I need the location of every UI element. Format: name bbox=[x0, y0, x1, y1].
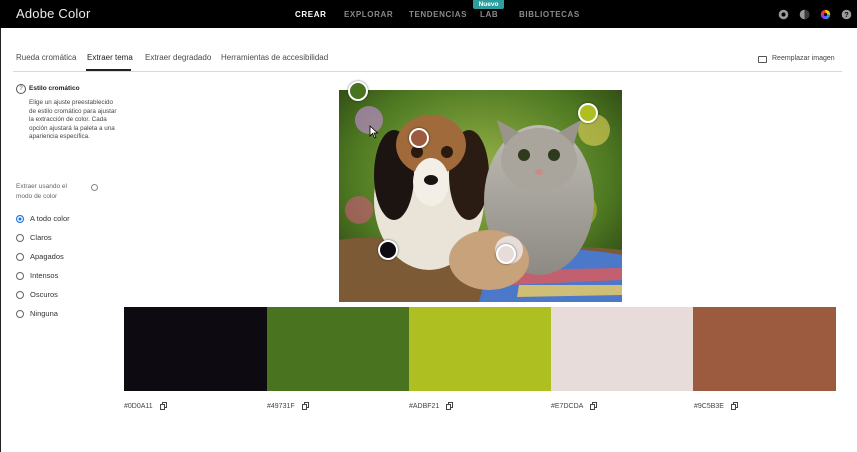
mode-help-icon[interactable] bbox=[91, 184, 98, 191]
nav-tendencias[interactable]: TENDENCIAS bbox=[409, 10, 467, 19]
radio-label: Apagados bbox=[30, 252, 64, 261]
copy-icon[interactable] bbox=[160, 402, 167, 410]
radio-dot[interactable] bbox=[16, 310, 24, 318]
tab-extraer-tema[interactable]: Extraer tema bbox=[87, 53, 133, 62]
radio-dot[interactable] bbox=[16, 291, 24, 299]
radio-dot[interactable] bbox=[16, 234, 24, 242]
picker-marker-4[interactable] bbox=[496, 244, 516, 264]
hex-value-3[interactable]: #ADBF21 bbox=[409, 403, 439, 410]
radio-label: Ninguna bbox=[30, 309, 58, 318]
swatch-3[interactable] bbox=[409, 307, 551, 391]
tab-rueda-cromatica[interactable]: Rueda cromática bbox=[16, 53, 76, 62]
palette bbox=[124, 307, 836, 391]
color-wheel-icon[interactable] bbox=[820, 9, 831, 20]
radio-dot[interactable] bbox=[16, 215, 24, 223]
hex-value-5[interactable]: #9C5B3E bbox=[694, 403, 724, 410]
nav-crear[interactable]: CREAR bbox=[295, 10, 326, 19]
picker-marker-3[interactable] bbox=[578, 103, 598, 123]
section-description: Elige un ajuste preestablecido de estilo… bbox=[29, 99, 117, 141]
window-edge bbox=[0, 28, 1, 452]
radio-label: Intensos bbox=[30, 271, 59, 280]
radio-label: Claros bbox=[30, 233, 52, 242]
radio-dot[interactable] bbox=[16, 253, 24, 261]
svg-text:?: ? bbox=[844, 12, 848, 19]
radio-label: A todo color bbox=[30, 214, 70, 223]
swatch-2[interactable] bbox=[267, 307, 409, 391]
question-icon[interactable]: ? bbox=[16, 84, 26, 94]
radio-apagados[interactable]: Apagados bbox=[16, 252, 136, 264]
image-icon bbox=[758, 56, 767, 63]
picker-marker-5[interactable] bbox=[409, 128, 429, 148]
replace-image-label: Reemplazar imagen bbox=[772, 55, 835, 62]
tab-divider bbox=[13, 71, 842, 72]
hex-value-2[interactable]: #49731F bbox=[267, 403, 295, 410]
app-title[interactable]: Adobe Color bbox=[16, 6, 90, 21]
swatch-4[interactable] bbox=[551, 307, 693, 391]
swatch-1[interactable] bbox=[124, 307, 267, 391]
copy-icon[interactable] bbox=[446, 402, 453, 410]
radio-intensos[interactable]: Intensos bbox=[16, 271, 136, 283]
radio-oscuros[interactable]: Oscuros bbox=[16, 290, 136, 302]
picker-marker-2[interactable] bbox=[348, 81, 368, 101]
source-image bbox=[339, 90, 622, 302]
copy-icon[interactable] bbox=[590, 402, 597, 410]
nav-explorar[interactable]: EXPLORAR bbox=[344, 10, 393, 19]
top-bar: Adobe Color CREAR EXPLORAR TENDENCIAS Nu… bbox=[0, 0, 857, 28]
mode-label: Extraer usando el modo de color bbox=[16, 183, 67, 200]
radio-label: Oscuros bbox=[30, 290, 58, 299]
tab-herramientas-accesibilidad[interactable]: Herramientas de accesibilidad bbox=[221, 53, 328, 62]
help-icon[interactable]: ? bbox=[841, 9, 852, 20]
radio-claros[interactable]: Claros bbox=[16, 233, 136, 245]
mouse-cursor-icon bbox=[369, 125, 379, 139]
new-badge: Nuevo bbox=[473, 0, 504, 9]
contrast-icon[interactable] bbox=[799, 9, 810, 20]
swatch-5[interactable] bbox=[693, 307, 836, 391]
hex-value-4[interactable]: #E7DCDA bbox=[551, 403, 583, 410]
copy-icon[interactable] bbox=[302, 402, 309, 410]
picker-marker-1[interactable] bbox=[378, 240, 398, 260]
copy-icon[interactable] bbox=[731, 402, 738, 410]
nav-bibliotecas[interactable]: BIBLIOTECAS bbox=[519, 10, 580, 19]
tab-extraer-degradado[interactable]: Extraer degradado bbox=[145, 53, 211, 62]
section-title: Estilo cromático bbox=[29, 85, 80, 92]
hex-value-1[interactable]: #0D0A11 bbox=[124, 403, 153, 410]
nav-lab[interactable]: LAB bbox=[480, 10, 498, 19]
radio-ninguna[interactable]: Ninguna bbox=[16, 309, 136, 321]
active-tab-indicator bbox=[86, 69, 131, 71]
radio-dot[interactable] bbox=[16, 272, 24, 280]
radio-a-todo-color[interactable]: A todo color bbox=[16, 214, 136, 226]
sun-icon[interactable] bbox=[778, 9, 789, 20]
